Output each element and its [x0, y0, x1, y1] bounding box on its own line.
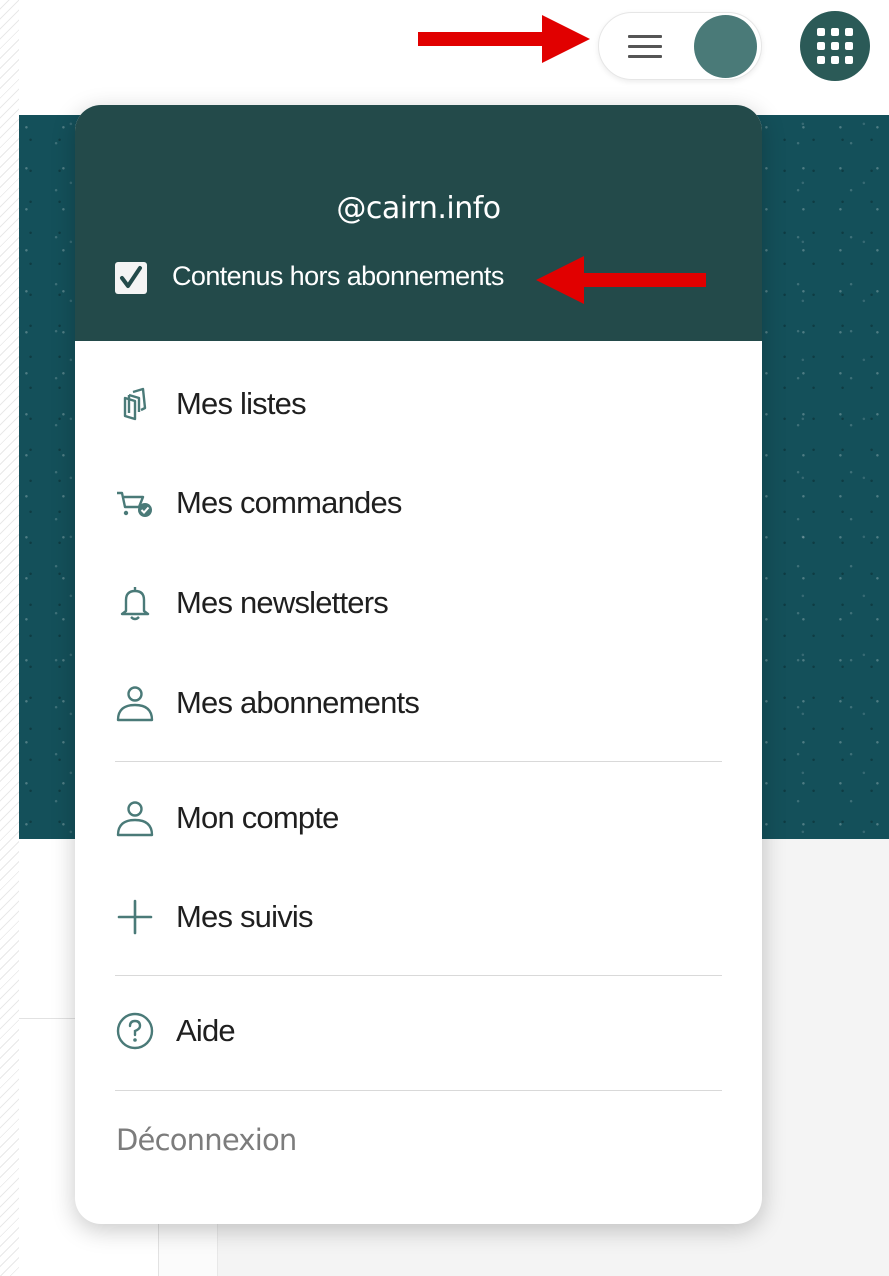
menu-item-mes-suivis[interactable]: Mes suivis: [115, 887, 722, 947]
menu-item-label: Mon compte: [176, 800, 339, 835]
menu-item-label: Mes listes: [176, 386, 307, 421]
cart-check-icon: [115, 483, 155, 523]
menu-item-aide[interactable]: Aide: [115, 1001, 722, 1061]
menu-divider: [115, 1090, 722, 1091]
menu-item-mes-listes[interactable]: Mes listes: [115, 374, 722, 434]
checkbox-label[interactable]: Contenus hors abonnements: [172, 261, 504, 292]
annotation-arrow-left: [536, 256, 706, 304]
menu-item-label: Mes suivis: [176, 899, 314, 934]
avatar: [694, 15, 757, 78]
user-icon: [115, 683, 155, 723]
menu-divider: [115, 761, 722, 762]
menu-divider: [115, 975, 722, 976]
apps-grid-icon: [817, 28, 853, 64]
checkmark-icon: [120, 266, 142, 288]
menu-item-mes-commandes[interactable]: Mes commandes: [115, 473, 722, 533]
lists-icon: [115, 384, 155, 424]
hamburger-icon: [628, 35, 662, 59]
menu-item-mon-compte[interactable]: Mon compte: [115, 788, 722, 848]
help-circle-icon: [115, 1011, 155, 1051]
menu-item-label: Mes commandes: [176, 485, 402, 520]
apps-button[interactable]: [800, 11, 870, 81]
bell-icon: [115, 583, 155, 623]
user-icon: [115, 798, 155, 838]
plus-icon: [115, 897, 155, 937]
menu-item-label: Mes abonnements: [176, 685, 420, 720]
subscription-content-checkbox[interactable]: [115, 262, 147, 294]
user-handle: @cairn.info: [336, 191, 501, 226]
page-left-margin: [0, 0, 19, 1276]
logout-link[interactable]: Déconnexion: [116, 1123, 297, 1157]
menu-item-mes-abonnements[interactable]: Mes abonnements: [115, 673, 722, 733]
menu-item-mes-newsletters[interactable]: Mes newsletters: [115, 573, 722, 633]
user-menu-toggle[interactable]: [598, 12, 762, 80]
menu-item-label: Mes newsletters: [176, 585, 389, 620]
menu-item-label: Aide: [176, 1013, 236, 1048]
annotation-arrow-right: [418, 15, 590, 63]
